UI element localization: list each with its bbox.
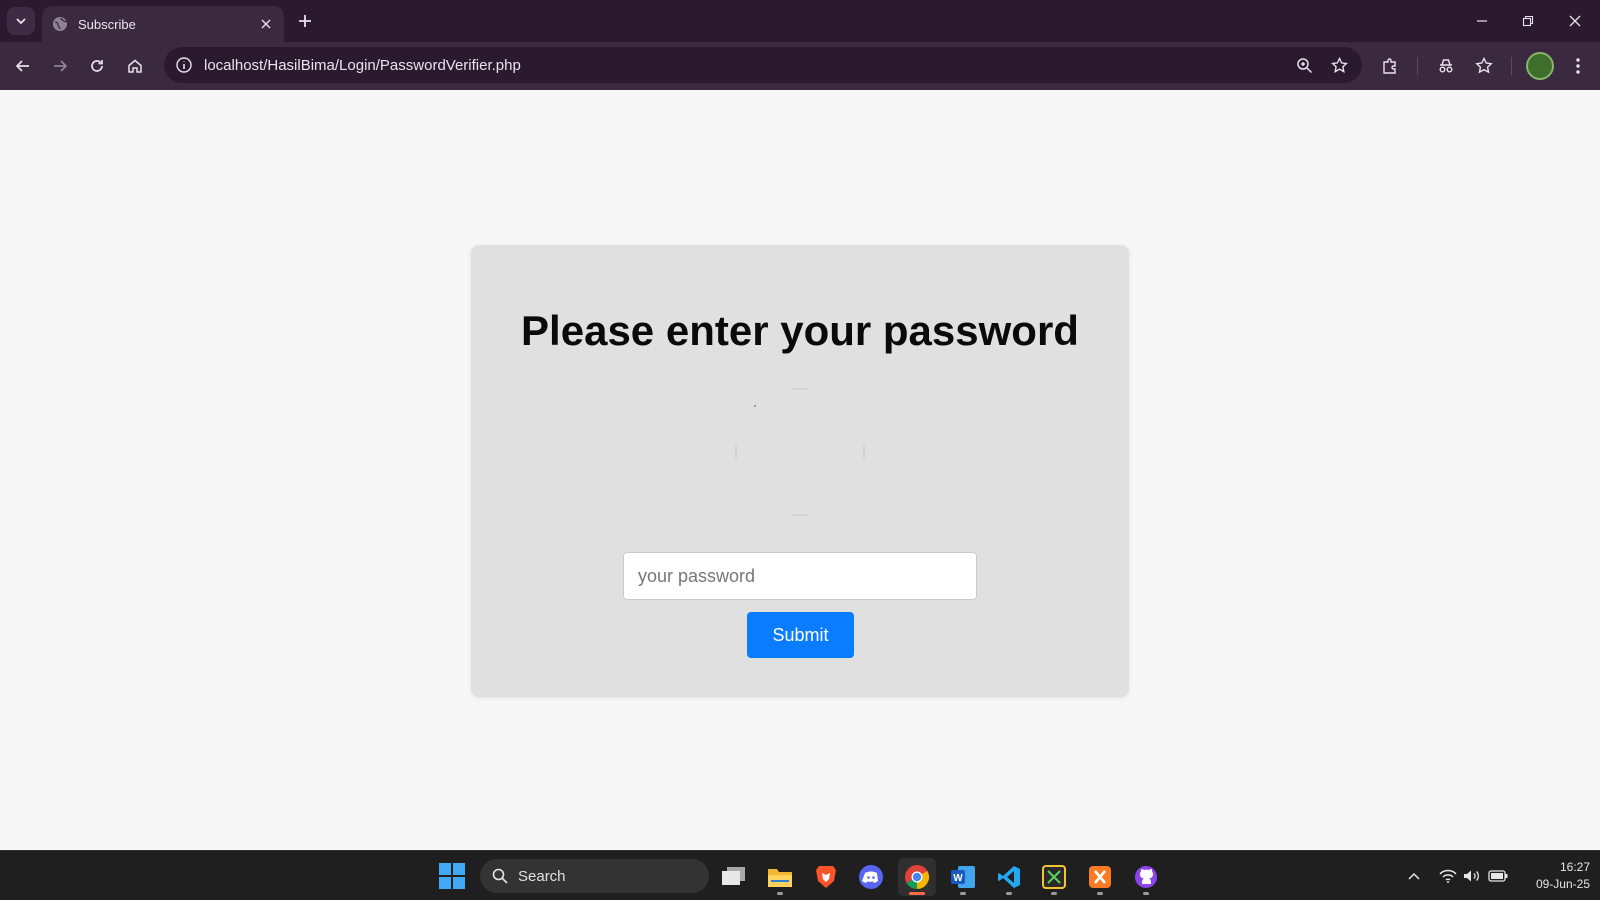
running-indicator: [1097, 892, 1103, 895]
brave-lion-icon: [816, 866, 836, 888]
battery-icon: [1488, 870, 1508, 882]
toolbar-divider: [1511, 57, 1512, 75]
star-list-icon: [1475, 57, 1493, 74]
snipping-tool-icon: [1042, 865, 1066, 889]
chevron-down-icon: [16, 18, 26, 25]
github-icon: [1135, 866, 1157, 888]
close-icon: [1569, 15, 1581, 27]
browser-titlebar: Subscribe: [0, 0, 1600, 42]
task-view-icon: [722, 867, 745, 885]
taskbar-xampp[interactable]: [1081, 858, 1119, 896]
running-indicator: [777, 892, 783, 895]
vscode-icon: [998, 866, 1020, 888]
broken-image-icon: [735, 388, 865, 516]
volume-status[interactable]: [1460, 863, 1484, 889]
running-indicator: [1143, 892, 1149, 895]
svg-text:W: W: [953, 873, 963, 884]
globe-icon: [52, 16, 68, 32]
password-card: Please enter your password Submit: [471, 245, 1129, 697]
taskbar-file-explorer[interactable]: [761, 858, 799, 896]
password-input[interactable]: [623, 552, 977, 600]
page-content: Please enter your password Submit: [0, 90, 1600, 850]
taskbar-clock[interactable]: 16:27 09-Jun-25: [1510, 859, 1590, 893]
arrow-right-icon: [54, 60, 68, 72]
incognito-button[interactable]: [1430, 50, 1462, 82]
tray-overflow-button[interactable]: [1402, 863, 1426, 889]
battery-status[interactable]: [1486, 863, 1510, 889]
tab-close-icon[interactable]: [254, 12, 278, 36]
taskbar-vscode[interactable]: [990, 858, 1028, 896]
clock-time: 16:27: [1559, 860, 1590, 874]
restore-button[interactable]: [1505, 6, 1551, 36]
taskbar-search[interactable]: Search: [480, 859, 709, 893]
page-title: Please enter your password: [521, 307, 1079, 354]
tab-search-button[interactable]: [7, 7, 35, 35]
browser-tab[interactable]: Subscribe: [42, 6, 284, 42]
address-bar[interactable]: localhost/HasilBima/Login/PasswordVerifi…: [164, 47, 1362, 83]
taskbar-word[interactable]: W: [944, 858, 982, 896]
clock-date: 09-Jun-25: [1535, 877, 1590, 891]
xampp-icon: [1089, 866, 1111, 888]
home-button[interactable]: [119, 50, 151, 82]
restore-icon: [1522, 15, 1534, 27]
extensions-button[interactable]: [1374, 50, 1406, 82]
taskbar-chrome[interactable]: [898, 858, 936, 896]
running-indicator: [1006, 892, 1012, 895]
taskbar-snipping-tool[interactable]: [1035, 858, 1073, 896]
taskbar-brave[interactable]: [807, 858, 845, 896]
taskbar-discord[interactable]: [852, 858, 890, 896]
arrow-left-icon: [15, 60, 29, 72]
task-view-button[interactable]: [715, 858, 753, 896]
chevron-up-icon: [1408, 872, 1420, 880]
active-indicator: [909, 892, 925, 895]
minimize-icon: [1477, 20, 1487, 22]
running-indicator: [960, 892, 966, 895]
reload-button[interactable]: [81, 50, 113, 82]
back-button[interactable]: [7, 50, 39, 82]
forward-button[interactable]: [44, 50, 76, 82]
volume-icon: [1464, 870, 1479, 882]
profile-avatar[interactable]: [1526, 52, 1554, 80]
address-url[interactable]: localhost/HasilBima/Login/PasswordVerifi…: [204, 57, 1362, 74]
search-icon: [492, 868, 508, 884]
toolbar-divider: [1417, 57, 1418, 75]
reload-icon: [91, 60, 103, 72]
tab-title: Subscribe: [78, 16, 136, 32]
folder-icon: [768, 869, 792, 887]
minimize-button[interactable]: [1459, 6, 1505, 36]
running-indicator: [1051, 892, 1057, 895]
home-icon: [128, 59, 142, 73]
browser-menu-button[interactable]: [1562, 50, 1594, 82]
zoom-icon[interactable]: [1288, 49, 1320, 81]
windows-logo-icon: [439, 863, 465, 889]
plus-icon: [299, 15, 311, 27]
submit-button[interactable]: Submit: [747, 612, 854, 658]
new-tab-button[interactable]: [292, 8, 318, 34]
bookmark-star-icon[interactable]: [1323, 49, 1355, 81]
incognito-icon: [1439, 59, 1453, 73]
taskbar-github-desktop[interactable]: [1127, 858, 1165, 896]
wifi-status[interactable]: [1436, 863, 1460, 889]
discord-icon: [859, 865, 883, 889]
taskbar: Search W 16:27 09-Jun-25: [0, 850, 1600, 900]
chrome-icon: [905, 865, 930, 889]
word-icon: W: [951, 866, 975, 888]
puzzle-icon: [1383, 58, 1396, 74]
wifi-icon: [1439, 869, 1457, 883]
close-window-button[interactable]: [1552, 6, 1598, 36]
browser-toolbar: localhost/HasilBima/Login/PasswordVerifi…: [0, 42, 1600, 90]
taskbar-search-label: Search: [518, 867, 566, 885]
site-info-icon[interactable]: [168, 49, 200, 81]
more-vertical-icon: [1576, 58, 1580, 74]
bookmarks-button[interactable]: [1468, 50, 1500, 82]
start-button[interactable]: [439, 863, 465, 889]
